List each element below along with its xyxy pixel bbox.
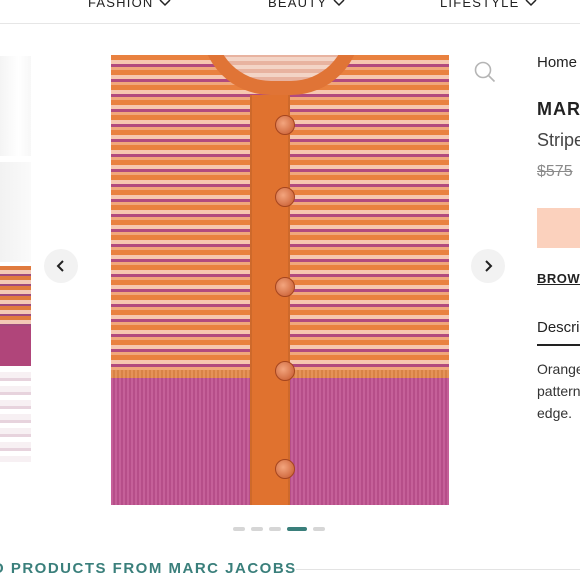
- nav-item-beauty[interactable]: BEAUTY: [268, 0, 345, 10]
- chevron-right-icon: [485, 260, 493, 272]
- gallery-prev-button[interactable]: [44, 249, 78, 283]
- chevron-left-icon: [56, 260, 64, 272]
- nav-label: LIFESTYLE: [440, 0, 520, 10]
- nav-label: BEAUTY: [268, 0, 328, 10]
- carousel-dot[interactable]: [233, 527, 245, 531]
- tab-description[interactable]: Descrip: [537, 319, 580, 336]
- description-line: edge.: [537, 405, 573, 421]
- chevron-down-icon: [159, 0, 171, 6]
- tab-active-indicator: [537, 344, 580, 346]
- cardigan-collar: [201, 55, 361, 95]
- description-line: patterne: [537, 383, 580, 399]
- divider: [296, 569, 580, 570]
- nav-item-lifestyle[interactable]: LIFESTYLE: [440, 0, 537, 10]
- product-main-image[interactable]: [111, 55, 449, 505]
- gallery-thumbnail[interactable]: [0, 372, 31, 462]
- chevron-down-icon: [525, 0, 537, 6]
- cardigan-placket: [250, 95, 290, 505]
- carousel-dot[interactable]: [269, 527, 281, 531]
- product-title: Stripe: [537, 130, 580, 150]
- browse-link[interactable]: BROWSE: [537, 271, 580, 286]
- description-line: Orange: [537, 361, 580, 377]
- brand-name[interactable]: MARC: [537, 99, 580, 120]
- gallery-thumbnail[interactable]: [0, 162, 31, 262]
- search-icon[interactable]: [474, 61, 496, 83]
- gallery-next-button[interactable]: [471, 249, 505, 283]
- description-text: Orange patterne edge.: [537, 358, 580, 424]
- cardigan-button: [275, 187, 295, 207]
- original-price: $575: [537, 163, 573, 180]
- gallery-thumbnail[interactable]: [0, 56, 31, 156]
- cardigan-button: [275, 277, 295, 297]
- chevron-down-icon: [333, 0, 345, 6]
- top-navigation: FASHION BEAUTY LIFESTYLE: [0, 0, 580, 24]
- nav-item-fashion[interactable]: FASHION: [88, 0, 171, 10]
- cardigan-button: [275, 459, 295, 479]
- gallery-thumbnail[interactable]: [0, 266, 31, 366]
- carousel-dot[interactable]: [313, 527, 325, 531]
- related-products-heading: O PRODUCTS FROM MARC JACOBS: [0, 560, 297, 577]
- add-to-bag-button[interactable]: [537, 208, 580, 248]
- cardigan-button: [275, 115, 295, 135]
- cardigan-button: [275, 361, 295, 381]
- nav-label: FASHION: [88, 0, 154, 10]
- breadcrumb[interactable]: Home: [537, 54, 577, 71]
- carousel-dots: [233, 527, 325, 531]
- carousel-dot[interactable]: [287, 527, 307, 531]
- carousel-dot[interactable]: [251, 527, 263, 531]
